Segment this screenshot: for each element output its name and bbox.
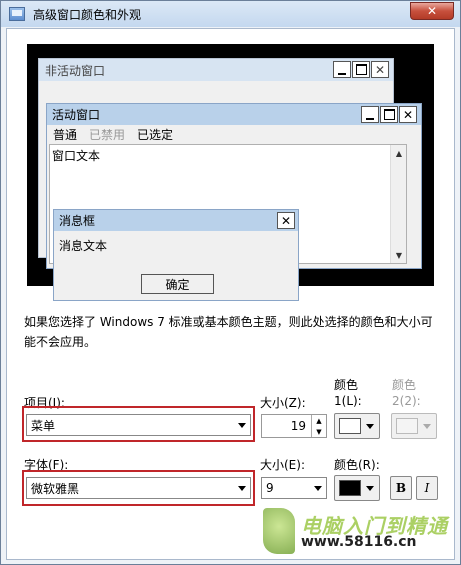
- font-size-value: 9: [266, 481, 274, 495]
- preview-menu-selected[interactable]: 已选定: [137, 126, 173, 143]
- font-color-swatch: [339, 480, 361, 496]
- preview-active-title-bar[interactable]: 活动窗口 ✕: [47, 104, 421, 125]
- item-size-value: 19: [290, 419, 306, 433]
- item-color2-swatch: [396, 418, 418, 434]
- color2-label-line2: 2(2):: [392, 394, 421, 408]
- item-color1-button[interactable]: [334, 413, 380, 439]
- item-color2-button[interactable]: [391, 413, 437, 439]
- close-icon: ✕: [371, 61, 389, 78]
- preview-msgbox-title: 消息框: [59, 214, 96, 228]
- preview-scrollbar[interactable]: ▲ ▼: [390, 145, 406, 263]
- window-title: 高级窗口颜色和外观: [33, 7, 142, 22]
- close-icon: ✕: [399, 106, 417, 123]
- maximize-icon: [380, 106, 398, 123]
- scroll-up-icon: ▲: [395, 148, 403, 158]
- spin-up-icon[interactable]: ▲: [312, 415, 326, 426]
- preview-inactive-title: 非活动窗口: [45, 63, 106, 78]
- preview-msgbox-title-bar[interactable]: 消息框 ✕: [54, 210, 298, 231]
- close-icon: ✕: [277, 212, 295, 229]
- dialog-window: 高级窗口颜色和外观 ✕ 非活动窗口 ✕ 活动窗口 ✕ 普通 已禁用 已选定 窗口…: [0, 0, 461, 565]
- close-button[interactable]: ✕: [410, 2, 454, 20]
- item-color1-swatch: [339, 418, 361, 434]
- maximize-icon: [352, 61, 370, 78]
- chevron-down-icon: [366, 486, 374, 491]
- spin-down-icon[interactable]: ▼: [312, 426, 326, 437]
- preview-menu-bar[interactable]: 普通 已禁用 已选定: [47, 125, 421, 144]
- font-color-button[interactable]: [334, 475, 380, 501]
- title-bar[interactable]: 高级窗口颜色和外观 ✕: [1, 1, 460, 27]
- preview-menu-disabled[interactable]: 已禁用: [89, 126, 125, 143]
- item-size-spinner[interactable]: 19 ▲ ▼: [261, 414, 327, 438]
- appearance-preview[interactable]: 非活动窗口 ✕ 活动窗口 ✕ 普通 已禁用 已选定 窗口文本 ▲ ▼ 消息框 ✕…: [27, 44, 434, 301]
- chevron-down-icon: [238, 486, 246, 491]
- bold-button[interactable]: B: [390, 476, 412, 500]
- italic-button[interactable]: I: [416, 476, 438, 500]
- site-watermark: 电脑入门到精通 www.58116.cn: [259, 506, 459, 562]
- chevron-down-icon: [423, 424, 431, 429]
- preview-ok-button[interactable]: 确定: [141, 274, 214, 294]
- minimize-icon: [333, 61, 351, 78]
- color1-label-line1: 颜色: [334, 378, 359, 392]
- preview-msgbox-text: 消息文本: [59, 239, 108, 253]
- color2-label-line1: 颜色: [392, 378, 417, 392]
- watermark-logo-icon: [263, 508, 295, 554]
- dialog-client-area: 非活动窗口 ✕ 活动窗口 ✕ 普通 已禁用 已选定 窗口文本 ▲ ▼ 消息框 ✕…: [6, 28, 455, 560]
- close-icon: ✕: [426, 4, 438, 18]
- preview-message-box[interactable]: 消息框 ✕ 消息文本 确定: [53, 209, 299, 301]
- item-select-value: 菜单: [31, 418, 56, 433]
- minimize-icon: [361, 106, 379, 123]
- preview-inactive-caption-buttons: ✕: [332, 61, 389, 78]
- watermark-url-text: www.58116.cn: [301, 534, 417, 550]
- font-size-select[interactable]: 9: [261, 477, 327, 499]
- preview-active-title: 活动窗口: [52, 108, 101, 122]
- item-size-label: 大小(Z):: [260, 396, 306, 410]
- theme-note: 如果您选择了 Windows 7 标准或基本颜色主题，则此处选择的颜色和大小可能…: [24, 315, 433, 349]
- item-size-spin-buttons[interactable]: ▲ ▼: [311, 415, 326, 437]
- font-size-label: 大小(E):: [260, 458, 305, 472]
- chevron-down-icon: [366, 424, 374, 429]
- chevron-down-icon: [314, 486, 322, 491]
- font-color-label: 颜色(R):: [334, 458, 380, 472]
- chevron-down-icon: [238, 423, 246, 428]
- preview-menu-normal[interactable]: 普通: [53, 126, 77, 143]
- window-app-icon: [9, 7, 25, 21]
- color1-label-line2: 1(L):: [334, 394, 362, 408]
- font-select-value: 微软雅黑: [31, 481, 80, 496]
- preview-active-caption-buttons: ✕: [360, 106, 417, 123]
- font-select[interactable]: 微软雅黑: [26, 477, 251, 499]
- scroll-down-icon: ▼: [395, 250, 403, 260]
- item-select[interactable]: 菜单: [26, 414, 251, 436]
- preview-inactive-title-bar[interactable]: 非活动窗口 ✕: [39, 59, 393, 81]
- preview-window-text: 窗口文本: [52, 149, 101, 163]
